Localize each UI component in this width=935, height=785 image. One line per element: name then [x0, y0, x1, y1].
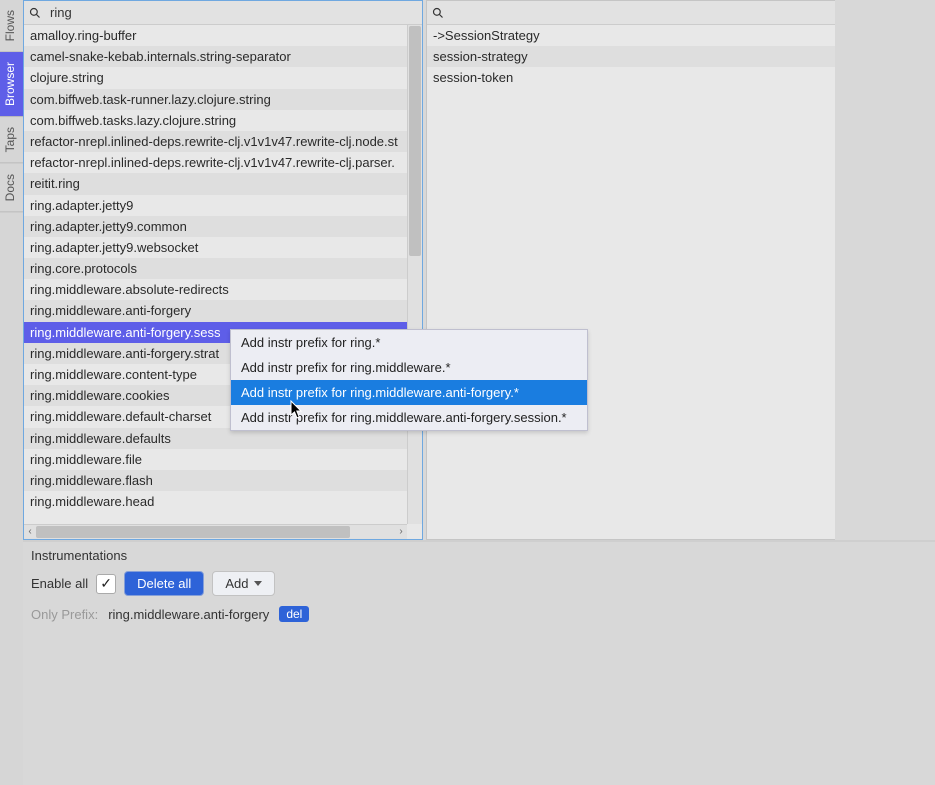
instrumentations-title: Instrumentations — [31, 548, 927, 563]
namespaces-list[interactable]: amalloy.ring-buffercamel-snake-kebab.int… — [24, 25, 422, 539]
side-tab-browser[interactable]: Browser — [0, 52, 23, 117]
list-item[interactable]: com.biffweb.tasks.lazy.clojure.string — [24, 110, 422, 131]
side-tab-docs[interactable]: Docs — [0, 164, 23, 212]
h-scrollbar[interactable]: ‹ › — [24, 524, 407, 539]
list-item[interactable]: ring.middleware.head — [24, 491, 422, 512]
only-prefix-label: Only Prefix: — [31, 607, 98, 622]
vars-panel: ->SessionStrategysession-strategysession… — [426, 0, 835, 540]
list-item[interactable]: ring.middleware.flash — [24, 470, 422, 491]
right-search-row — [427, 1, 835, 25]
list-item[interactable]: ->SessionStrategy — [427, 25, 835, 46]
scroll-left-icon[interactable]: ‹ — [24, 525, 36, 538]
del-prefix-button[interactable]: del — [279, 606, 309, 622]
enable-all-checkbox[interactable] — [96, 574, 116, 594]
list-item[interactable]: amalloy.ring-buffer — [24, 25, 422, 46]
vars-list[interactable]: ->SessionStrategysession-strategysession… — [427, 25, 835, 539]
chevron-down-icon — [254, 581, 262, 586]
namespaces-panel: amalloy.ring-buffercamel-snake-kebab.int… — [23, 0, 423, 540]
search-icon — [24, 7, 46, 19]
v-scrollbar-thumb[interactable] — [409, 26, 421, 256]
list-item[interactable]: camel-snake-kebab.internals.string-separ… — [24, 46, 422, 67]
search-icon — [427, 7, 449, 19]
instrumentations-toolbar: Enable all Delete all Add — [31, 571, 927, 596]
right-gutter — [835, 0, 935, 540]
list-item[interactable]: ring.middleware.absolute-redirects — [24, 279, 422, 300]
v-scrollbar[interactable] — [407, 25, 422, 524]
left-search-row — [24, 1, 422, 25]
add-button-label: Add — [225, 576, 248, 591]
list-item[interactable]: ring.core.protocols — [24, 258, 422, 279]
list-item[interactable]: ring.middleware.anti-forgery — [24, 300, 422, 321]
context-menu: Add instr prefix for ring.*Add instr pre… — [230, 329, 588, 431]
list-item[interactable]: refactor-nrepl.inlined-deps.rewrite-clj.… — [24, 152, 422, 173]
side-tab-flows[interactable]: Flows — [0, 0, 23, 52]
list-item[interactable]: reitit.ring — [24, 173, 422, 194]
upper-panels: amalloy.ring-buffercamel-snake-kebab.int… — [23, 0, 935, 540]
list-item[interactable]: clojure.string — [24, 67, 422, 88]
right-search-input[interactable] — [449, 1, 835, 24]
instrumentations-panel: Instrumentations Enable all Delete all A… — [23, 540, 935, 785]
context-menu-item[interactable]: Add instr prefix for ring.* — [231, 330, 587, 355]
app-root: FlowsBrowserTapsDocs amalloy.ring-buffer… — [0, 0, 935, 785]
list-item[interactable]: ring.adapter.jetty9.websocket — [24, 237, 422, 258]
context-menu-item[interactable]: Add instr prefix for ring.middleware.ant… — [231, 380, 587, 405]
enable-all-label: Enable all — [31, 576, 88, 591]
context-menu-item[interactable]: Add instr prefix for ring.middleware.* — [231, 355, 587, 380]
add-button[interactable]: Add — [212, 571, 275, 596]
h-scrollbar-thumb[interactable] — [36, 526, 350, 538]
left-search-input[interactable] — [46, 1, 422, 24]
context-menu-item[interactable]: Add instr prefix for ring.middleware.ant… — [231, 405, 587, 430]
list-item[interactable]: ring.middleware.file — [24, 449, 422, 470]
list-item[interactable]: ring.adapter.jetty9.common — [24, 216, 422, 237]
list-item[interactable]: refactor-nrepl.inlined-deps.rewrite-clj.… — [24, 131, 422, 152]
list-item[interactable]: session-strategy — [427, 46, 835, 67]
list-item[interactable]: session-token — [427, 67, 835, 88]
side-tab-taps[interactable]: Taps — [0, 117, 23, 163]
delete-all-button[interactable]: Delete all — [124, 571, 204, 596]
prefix-value: ring.middleware.anti-forgery — [108, 607, 269, 622]
scroll-right-icon[interactable]: › — [395, 525, 407, 538]
list-item[interactable]: com.biffweb.task-runner.lazy.clojure.str… — [24, 89, 422, 110]
prefix-row: Only Prefix: ring.middleware.anti-forger… — [31, 606, 927, 622]
list-item[interactable]: ring.adapter.jetty9 — [24, 195, 422, 216]
side-tabs: FlowsBrowserTapsDocs — [0, 0, 23, 785]
